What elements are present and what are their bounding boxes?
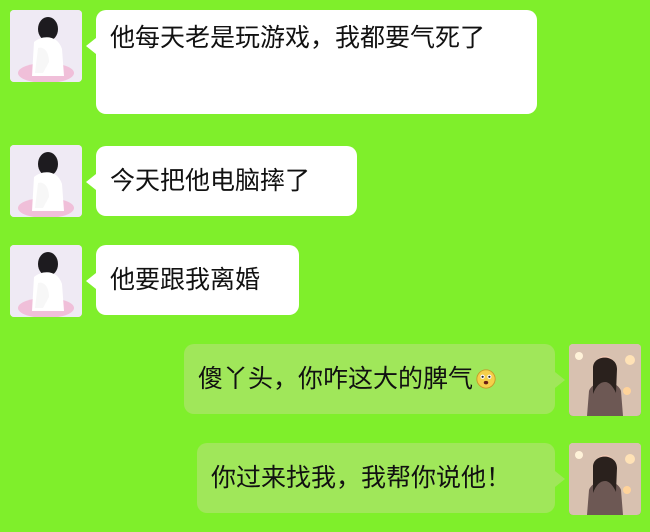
contact-avatar[interactable] <box>10 145 82 217</box>
contact-avatar[interactable] <box>10 245 82 317</box>
contact-avatar[interactable] <box>10 10 82 82</box>
avatar-image <box>10 245 82 317</box>
message-bubble-5[interactable]: 你过来找我，我帮你说他！ <box>197 443 565 513</box>
message-text: 他每天老是玩游戏，我都要气死了 <box>110 23 486 52</box>
message-text: 你过来找我，我帮你说他！ <box>211 463 512 492</box>
my-avatar[interactable] <box>569 344 641 416</box>
message-text: 傻丫头，你咋这大的脾气 <box>198 364 474 393</box>
message-bubble-1[interactable]: 他每天老是玩游戏，我都要气死了 <box>86 10 537 114</box>
avatar-image <box>10 10 82 82</box>
my-avatar[interactable] <box>569 443 641 515</box>
message-bubble-4[interactable]: 傻丫头，你咋这大的脾气 <box>184 344 565 414</box>
avatar-image <box>569 344 641 416</box>
message-bubble-2[interactable]: 今天把他电脑摔了 <box>86 146 357 216</box>
avatar-image <box>10 145 82 217</box>
message-text: 他要跟我离婚 <box>110 265 261 294</box>
avatar-image <box>569 443 641 515</box>
message-bubble-3[interactable]: 他要跟我离婚 <box>86 245 299 315</box>
message-text: 今天把他电脑摔了 <box>110 166 311 195</box>
astonished-face-icon <box>476 369 496 389</box>
